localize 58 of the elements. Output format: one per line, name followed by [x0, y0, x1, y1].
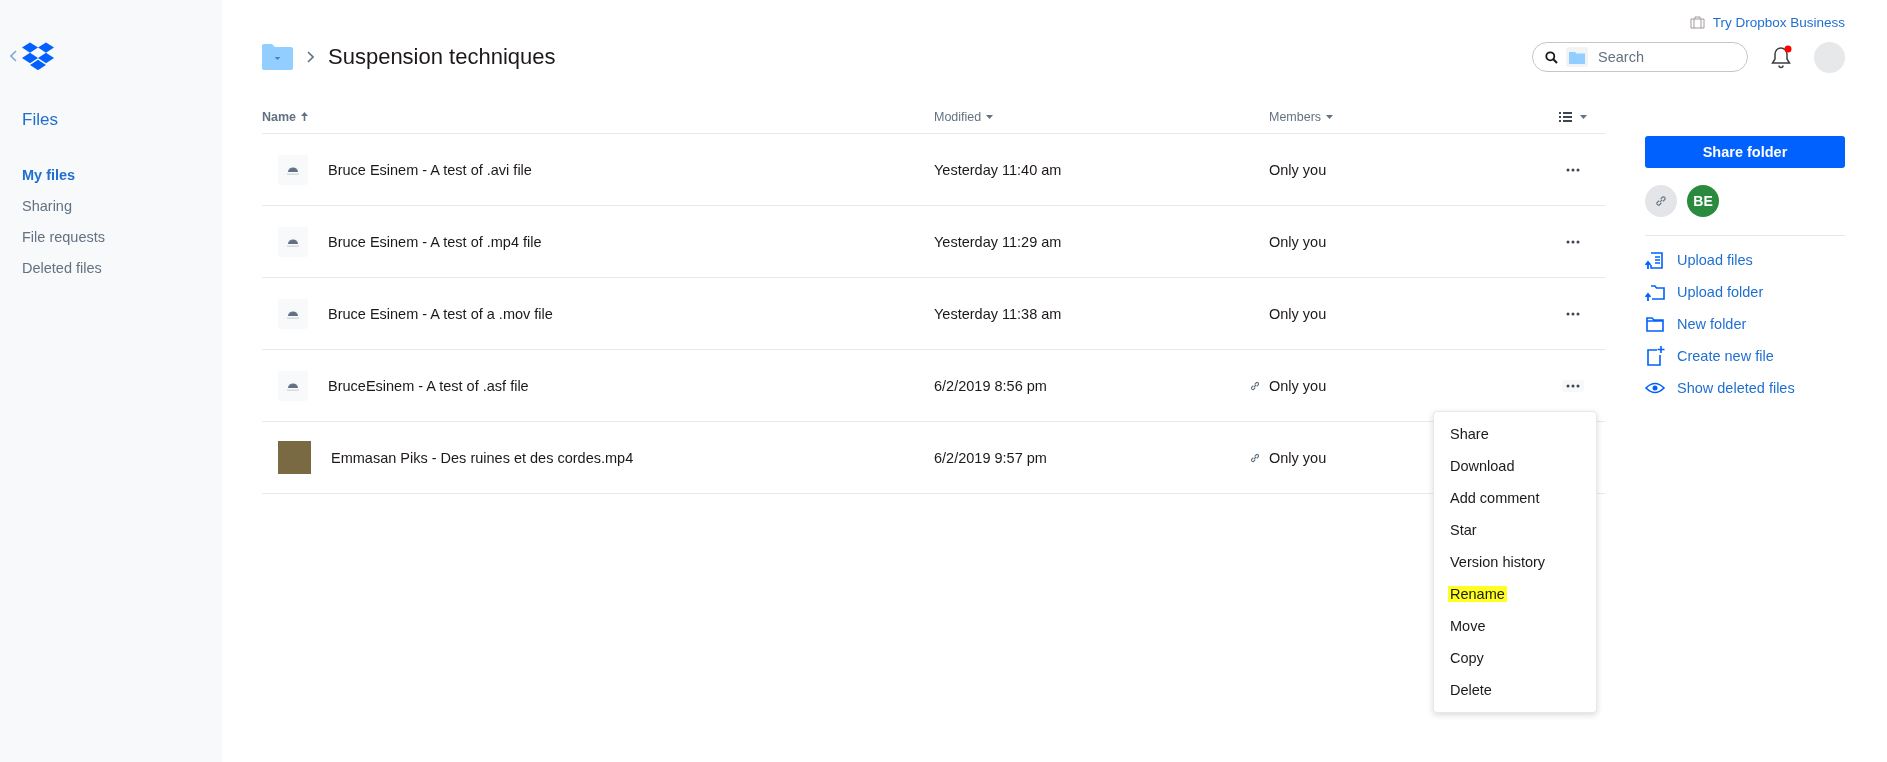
file-name[interactable]: Emmasan Piks - Des ruines et des cordes.mp4 [331, 449, 634, 466]
business-link[interactable]: Try Dropbox Business [1689, 15, 1845, 30]
menu-item[interactable]: Rename [1434, 578, 1596, 610]
column-header[interactable]: Name [262, 109, 934, 124]
members-text: Only you [1269, 377, 1327, 394]
members-text: Only you [1269, 449, 1327, 466]
video-file-icon [278, 154, 308, 185]
modified-date: Yesterday 11:29 am [934, 233, 1062, 250]
column-header[interactable]: Modified [934, 109, 1269, 124]
member-avatar[interactable]: BE [1687, 185, 1719, 217]
action-link[interactable]: Show deleted files [1645, 378, 1845, 398]
modified-date: Yesterday 11:40 am [934, 161, 1062, 178]
column-header[interactable]: Members [1269, 109, 1541, 124]
file-name[interactable]: Bruce Esinem - A test of a .mov file [328, 305, 553, 322]
menu-item[interactable]: Version history [1434, 546, 1596, 578]
list-view-icon[interactable] [1559, 111, 1587, 122]
notification-bell-icon[interactable] [1770, 45, 1792, 69]
sidebar-heading[interactable]: Files [22, 110, 58, 130]
video-file-icon [278, 370, 308, 401]
new-file-icon [1645, 346, 1665, 366]
members-text: Only you [1269, 305, 1327, 322]
upload-folder-icon [1645, 282, 1665, 302]
chevron-right-icon [307, 51, 314, 63]
menu-item[interactable]: Star [1434, 514, 1596, 546]
share-folder-button[interactable]: Share folder [1645, 136, 1845, 168]
file-name[interactable]: BruceEsinem - A test of .asf file [328, 377, 529, 394]
menu-item[interactable]: Copy [1434, 642, 1596, 674]
action-link[interactable]: New folder [1645, 314, 1845, 334]
menu-item[interactable]: Delete [1434, 674, 1596, 706]
members-text: Only you [1269, 161, 1327, 178]
menu-item[interactable]: Add comment [1434, 482, 1596, 514]
upload-file-icon [1645, 250, 1665, 270]
action-link[interactable]: Upload folder [1645, 282, 1845, 302]
action-link[interactable]: Upload files [1645, 250, 1845, 270]
file-name[interactable]: Bruce Esinem - A test of .mp4 file [328, 233, 542, 250]
menu-item[interactable]: Move [1434, 610, 1596, 642]
file-name[interactable]: Bruce Esinem - A test of .avi file [328, 161, 532, 178]
search-input[interactable]: Search [1596, 48, 1710, 66]
modified-date: Yesterday 11:38 am [934, 305, 1062, 322]
more-options-icon[interactable] [1562, 379, 1584, 392]
video-file-icon [278, 298, 308, 329]
sidebar-item[interactable]: File requests [22, 229, 105, 245]
sidebar-item[interactable]: Deleted files [22, 260, 102, 276]
video-file-icon [278, 226, 308, 257]
folder-icon [1645, 314, 1665, 334]
members-text: Only you [1269, 233, 1327, 250]
search-icon [1545, 50, 1558, 64]
page-title: Suspension techniques [328, 44, 556, 70]
briefcase-icon [1689, 16, 1705, 29]
modified-date: 6/2/2019 9:57 pm [934, 449, 1047, 466]
menu-item[interactable]: Download [1434, 450, 1596, 482]
sidebar-item[interactable]: Sharing [22, 198, 72, 214]
action-link[interactable]: Create new file [1645, 346, 1845, 366]
logo-icon[interactable] [22, 42, 54, 70]
menu-item[interactable]: Share [1434, 418, 1596, 450]
sidebar-item[interactable]: My files [22, 167, 76, 183]
photo-placeholder [278, 441, 311, 474]
modified-date: 6/2/2019 8:56 pm [934, 377, 1047, 394]
